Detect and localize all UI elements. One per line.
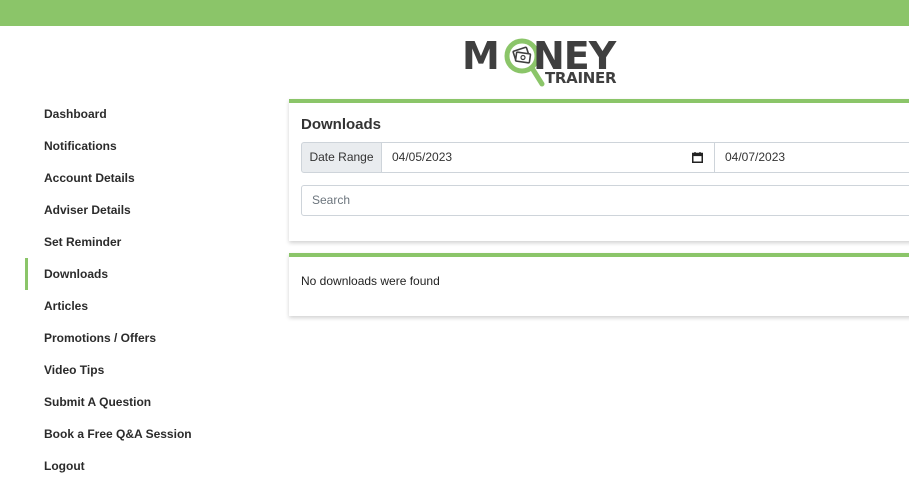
date-from-input[interactable]: 04/05/2023 — [381, 142, 715, 173]
sidebar-item-book-qa-session[interactable]: Book a Free Q&A Session — [25, 418, 265, 450]
sidebar-item-dashboard[interactable]: Dashboard — [25, 98, 265, 130]
sidebar-item-articles[interactable]: Articles — [25, 290, 265, 322]
date-to-input[interactable]: 04/07/2023 — [714, 142, 909, 173]
sidebar-item-video-tips[interactable]: Video Tips — [25, 354, 265, 386]
page-title: Downloads — [301, 116, 382, 133]
sidebar-item-account-details[interactable]: Account Details — [25, 162, 265, 194]
downloads-filter-card: Downloads Date Range 04/05/2023 04/07/20… — [289, 99, 909, 241]
sidebar-item-set-reminder[interactable]: Set Reminder — [25, 226, 265, 258]
date-from-value: 04/05/2023 — [392, 150, 453, 164]
date-to-value: 04/07/2023 — [725, 150, 786, 164]
search-input[interactable]: Search — [301, 185, 909, 216]
sidebar-item-notifications[interactable]: Notifications — [25, 130, 265, 162]
downloads-results-card: No downloads were found — [289, 253, 909, 316]
top-bar — [0, 0, 909, 26]
logo-word-start: M — [462, 34, 500, 78]
sidebar-item-logout[interactable]: Logout — [25, 450, 265, 482]
calendar-icon[interactable] — [692, 152, 703, 163]
sidebar-item-submit-a-question[interactable]: Submit A Question — [25, 386, 265, 418]
sidebar-item-promotions-offers[interactable]: Promotions / Offers — [25, 322, 265, 354]
money-trainer-logo[interactable]: M NEY TRAINER — [462, 36, 632, 90]
sidebar-item-adviser-details[interactable]: Adviser Details — [25, 194, 265, 226]
date-range-group: Date Range 04/05/2023 04/07/2023 — [301, 142, 909, 173]
sidebar-item-downloads[interactable]: Downloads — [25, 258, 265, 290]
empty-state-message: No downloads were found — [301, 274, 440, 288]
date-range-label: Date Range — [301, 142, 382, 173]
sidebar-nav: Dashboard Notifications Account Details … — [25, 98, 265, 482]
logo-subtitle: TRAINER — [545, 69, 617, 87]
search-placeholder: Search — [312, 193, 351, 207]
